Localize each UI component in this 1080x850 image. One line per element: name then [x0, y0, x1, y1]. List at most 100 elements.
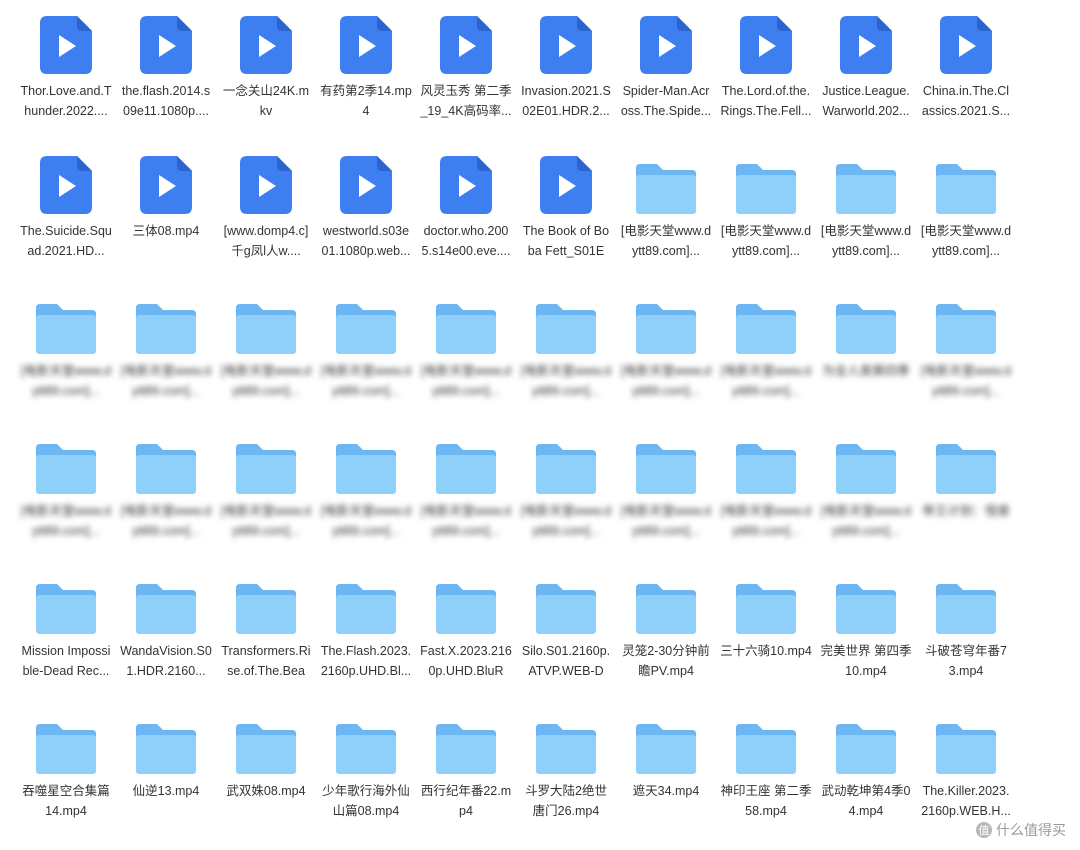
- folder-item[interactable]: Fast.X.2023.2160p.UHD.BluRa...: [416, 566, 516, 706]
- file-name-label: [电影天堂www.dytt89.com]...: [420, 364, 512, 398]
- folder-item[interactable]: [电影天堂www.dytt89.com]...: [316, 286, 416, 426]
- folder-item[interactable]: WandaVision.S01.HDR.2160...: [116, 566, 216, 706]
- folder-icon: [716, 426, 816, 494]
- file-name-label: 灵笼2-30分钟前瞻PV.mp4: [622, 644, 710, 678]
- folder-item[interactable]: [电影天堂www.dytt89.com]...: [816, 426, 916, 566]
- video-file-item[interactable]: The.Suicide.Squad.2021.HD...: [16, 146, 116, 286]
- video-file-item[interactable]: Justice.League.Warworld.202...: [816, 6, 916, 146]
- file-name-label: Transformers.Rise.of.The.Beas...: [221, 644, 311, 678]
- folder-icon: [216, 706, 316, 774]
- folder-item[interactable]: 完美世界 第四季10.mp4: [816, 566, 916, 706]
- folder-item[interactable]: Transformers.Rise.of.The.Beas...: [216, 566, 316, 706]
- folder-icon: [616, 286, 716, 354]
- folder-item[interactable]: 神印王座 第二季58.mp4: [716, 706, 816, 846]
- folder-item[interactable]: [电影天堂www.dytt89.com]...: [916, 146, 1016, 286]
- folder-item[interactable]: 为全人类第四季: [816, 286, 916, 426]
- folder-icon: [816, 706, 916, 774]
- folder-item[interactable]: [电影天堂www.dytt89.com]...: [16, 286, 116, 426]
- folder-icon: [116, 286, 216, 354]
- video-file-item[interactable]: 风灵玉秀 第二季_19_4K高码率...: [416, 6, 516, 146]
- folder-item[interactable]: [电影天堂www.dytt89.com]...: [416, 286, 516, 426]
- folder-item[interactable]: [电影天堂www.dytt89.com]...: [716, 146, 816, 286]
- folder-item[interactable]: [电影天堂www.dytt89.com]...: [916, 286, 1016, 426]
- folder-item[interactable]: 武双姝08.mp4: [216, 706, 316, 846]
- video-file-item[interactable]: 有药第2季14.mp4: [316, 6, 416, 146]
- file-name-label: [电影天堂www.dytt89.com]...: [320, 504, 412, 538]
- file-name-label: WandaVision.S01.HDR.2160...: [120, 644, 212, 678]
- folder-item[interactable]: [电影天堂www.dytt89.com]...: [816, 146, 916, 286]
- video-file-item[interactable]: the.flash.2014.s09e11.1080p....: [116, 6, 216, 146]
- folder-item[interactable]: [电影天堂www.dytt89.com]...: [116, 426, 216, 566]
- folder-item[interactable]: [电影天堂www.dytt89.com]...: [716, 286, 816, 426]
- file-name-label: 少年歌行海外仙山篇08.mp4: [322, 784, 410, 818]
- video-file-icon: [416, 146, 516, 214]
- video-file-item[interactable]: Invasion.2021.S02E01.HDR.2...: [516, 6, 616, 146]
- folder-item[interactable]: 仙逆13.mp4: [116, 706, 216, 846]
- file-name-label: The.Lord.of.the.Rings.The.Fell...: [720, 84, 812, 118]
- file-name-label: 吞噬星空合集篇14.mp4: [22, 784, 110, 818]
- folder-item[interactable]: [电影天堂www.dytt89.com]...: [716, 426, 816, 566]
- folder-item[interactable]: [电影天堂www.dytt89.com]...: [516, 426, 616, 566]
- folder-item[interactable]: [电影天堂www.dytt89.com]...: [216, 286, 316, 426]
- folder-icon: [416, 286, 516, 354]
- video-file-item[interactable]: westworld.s03e01.1080p.web...: [316, 146, 416, 286]
- folder-item[interactable]: Silo.S01.2160p.ATVP.WEB-DL...: [516, 566, 616, 706]
- video-file-item[interactable]: 三体08.mp4: [116, 146, 216, 286]
- folder-item[interactable]: 斗罗大陆2绝世唐门26.mp4: [516, 706, 616, 846]
- video-file-item[interactable]: China.in.The.Classics.2021.S...: [916, 6, 1016, 146]
- file-name-label: The.Suicide.Squad.2021.HD...: [20, 224, 112, 258]
- watermark: 值 什么值得买: [976, 820, 1066, 840]
- file-name-label: 西行纪年番22.mp4: [420, 784, 512, 818]
- folder-item[interactable]: [电影天堂www.dytt89.com]...: [316, 426, 416, 566]
- folder-item[interactable]: [电影天堂www.dytt89.com]...: [16, 426, 116, 566]
- folder-icon: [516, 286, 616, 354]
- video-file-item[interactable]: The.Lord.of.the.Rings.The.Fell...: [716, 6, 816, 146]
- file-name-label: 遮天34.mp4: [632, 784, 700, 798]
- folder-icon: [716, 286, 816, 354]
- folder-item[interactable]: 帝王计划：怪兽: [916, 426, 1016, 566]
- folder-item[interactable]: [电影天堂www.dytt89.com]...: [416, 426, 516, 566]
- video-file-icon: [16, 6, 116, 74]
- video-file-icon: [216, 6, 316, 74]
- video-file-item[interactable]: Spider-Man.Across.The.Spide...: [616, 6, 716, 146]
- file-name-label: [电影天堂www.dytt89.com]...: [920, 364, 1012, 398]
- folder-icon: [216, 286, 316, 354]
- folder-item[interactable]: 遮天34.mp4: [616, 706, 716, 846]
- folder-icon: [816, 566, 916, 634]
- folder-item[interactable]: The.Flash.2023.2160p.UHD.Bl...: [316, 566, 416, 706]
- folder-item[interactable]: 吞噬星空合集篇14.mp4: [16, 706, 116, 846]
- folder-item[interactable]: 少年歌行海外仙山篇08.mp4: [316, 706, 416, 846]
- file-name-label: 完美世界 第四季10.mp4: [820, 644, 912, 678]
- video-file-item[interactable]: Thor.Love.and.Thunder.2022....: [16, 6, 116, 146]
- video-file-item[interactable]: The Book of Boba Fett_S01E0...: [516, 146, 616, 286]
- video-file-icon: [616, 6, 716, 74]
- folder-item[interactable]: 西行纪年番22.mp4: [416, 706, 516, 846]
- folder-icon: [816, 426, 916, 494]
- folder-item[interactable]: 灵笼2-30分钟前瞻PV.mp4: [616, 566, 716, 706]
- folder-item[interactable]: [电影天堂www.dytt89.com]...: [216, 426, 316, 566]
- folder-item[interactable]: [电影天堂www.dytt89.com]...: [516, 286, 616, 426]
- folder-icon: [816, 286, 916, 354]
- file-name-label: [电影天堂www.dytt89.com]...: [20, 364, 112, 398]
- folder-item[interactable]: [电影天堂www.dytt89.com]...: [616, 146, 716, 286]
- folder-item[interactable]: 武动乾坤第4季04.mp4: [816, 706, 916, 846]
- file-name-label: [电影天堂www.dytt89.com]...: [720, 224, 812, 258]
- folder-item[interactable]: [电影天堂www.dytt89.com]...: [616, 426, 716, 566]
- video-file-item[interactable]: [www.domp4.c]千g凤l人w....: [216, 146, 316, 286]
- folder-icon: [716, 706, 816, 774]
- file-name-label: Silo.S01.2160p.ATVP.WEB-DL...: [521, 644, 611, 678]
- video-file-icon: [116, 6, 216, 74]
- file-name-label: 斗破苍穹年番73.mp4: [925, 644, 1007, 678]
- folder-item[interactable]: [电影天堂www.dytt89.com]...: [116, 286, 216, 426]
- file-name-label: [电影天堂www.dytt89.com]...: [820, 504, 912, 538]
- folder-icon: [416, 706, 516, 774]
- file-name-label: Fast.X.2023.2160p.UHD.BluRa...: [420, 644, 512, 678]
- folder-icon: [916, 706, 1016, 774]
- video-file-item[interactable]: 一念关山24K.mkv: [216, 6, 316, 146]
- folder-item[interactable]: [电影天堂www.dytt89.com]...: [616, 286, 716, 426]
- video-file-item[interactable]: doctor.who.2005.s14e00.eve....: [416, 146, 516, 286]
- video-file-icon: [816, 6, 916, 74]
- folder-item[interactable]: Mission Impossible-Dead Rec...: [16, 566, 116, 706]
- folder-item[interactable]: 三十六骑10.mp4: [716, 566, 816, 706]
- folder-item[interactable]: 斗破苍穹年番73.mp4: [916, 566, 1016, 706]
